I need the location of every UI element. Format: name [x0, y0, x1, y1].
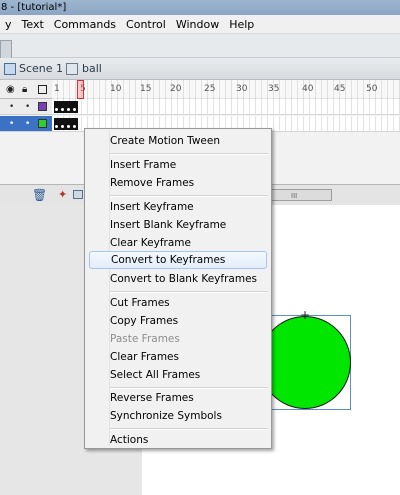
menu-separator [110, 291, 268, 293]
ruler-label: 10 [110, 84, 122, 94]
outline-icon[interactable] [38, 85, 47, 94]
center-frame-icon[interactable]: ✦ [58, 188, 67, 201]
menu-insert-keyframe[interactable]: Insert Keyframe [89, 198, 267, 216]
document-tab-strip [0, 34, 400, 58]
menu-paste-frames: Paste Frames [110, 333, 180, 345]
lock-dot[interactable]: • [25, 119, 30, 129]
frame-ruler[interactable] [52, 80, 400, 99]
visibility-dot[interactable]: • [9, 102, 14, 112]
menu-bar: y Text Commands Control Window Help [0, 15, 400, 34]
registration-point: + [300, 308, 311, 322]
menu-text[interactable]: Text [17, 15, 49, 34]
layer-row[interactable]: • • [0, 99, 400, 115]
ruler-label: 35 [268, 84, 280, 94]
window-title: 8 - [tutorial*] [0, 0, 400, 15]
timeline-scrollbar[interactable]: III [262, 189, 332, 201]
playhead[interactable] [77, 80, 84, 99]
ruler-label: 1 [54, 84, 60, 94]
menu-copy-frames[interactable]: Copy Frames [89, 312, 267, 330]
menu-clear-frames[interactable]: Clear Frames [89, 348, 267, 366]
menu-help[interactable]: Help [224, 15, 259, 34]
scene-icon [4, 63, 16, 75]
ruler-label: 45 [334, 84, 346, 94]
document-tab[interactable] [0, 40, 12, 58]
scene-link[interactable]: Scene 1 [19, 62, 63, 75]
timeline-header: ◉ 🔒︎ 1 5 10 15 20 25 30 35 40 45 50 [0, 80, 400, 99]
lock-icon[interactable]: 🔒︎ [22, 84, 27, 95]
menu-view[interactable]: y [0, 15, 17, 34]
ruler-label: 25 [204, 84, 216, 94]
menu-separator [110, 153, 268, 155]
onion-skin-icon[interactable] [73, 190, 83, 199]
symbol-link[interactable]: ball [82, 62, 102, 75]
ball-symbol[interactable] [259, 316, 351, 409]
menu-insert-blank-keyframe[interactable]: Insert Blank Keyframe [89, 216, 267, 234]
menu-separator [110, 195, 268, 197]
ruler-label: 30 [236, 84, 248, 94]
trash-icon[interactable]: 🗑︎ [32, 188, 47, 202]
symbol-icon [66, 63, 78, 75]
edit-bar: Scene 1 ball [0, 58, 400, 80]
menu-select-all-frames[interactable]: Select All Frames [89, 366, 267, 384]
ruler-label: 40 [302, 84, 314, 94]
menu-create-motion-tween[interactable]: Create Motion Tween [89, 132, 267, 150]
layer-color-swatch[interactable] [38, 119, 47, 128]
layer-frames[interactable] [52, 99, 400, 115]
menu-insert-frame[interactable]: Insert Frame [89, 156, 267, 174]
ruler-label: 20 [170, 84, 182, 94]
lock-dot[interactable]: • [25, 102, 30, 112]
keyframe[interactable] [72, 101, 78, 113]
menu-separator [110, 428, 268, 430]
menu-clear-keyframe[interactable]: Clear Keyframe [89, 234, 267, 252]
keyframe[interactable] [72, 118, 78, 130]
layer-name-cell[interactable]: • • [0, 99, 52, 115]
menu-reverse-frames[interactable]: Reverse Frames [89, 389, 267, 407]
ruler-label: 15 [140, 84, 152, 94]
eye-icon[interactable]: ◉ [6, 84, 15, 95]
menu-commands[interactable]: Commands [49, 15, 121, 34]
menu-synchronize-symbols[interactable]: Synchronize Symbols [89, 407, 267, 425]
menu-remove-frames[interactable]: Remove Frames [89, 174, 267, 192]
menu-cut-frames[interactable]: Cut Frames [89, 294, 267, 312]
menu-convert-to-blank-keyframes[interactable]: Convert to Blank Keyframes [89, 270, 267, 288]
menu-window[interactable]: Window [171, 15, 224, 34]
ruler-label: 50 [366, 84, 378, 94]
layer-name-cell[interactable]: • • [0, 116, 52, 132]
menu-actions[interactable]: Actions [89, 431, 267, 449]
layer-color-swatch[interactable] [38, 102, 47, 111]
visibility-dot[interactable]: • [9, 119, 14, 129]
menu-convert-to-keyframes[interactable]: Convert to Keyframes [89, 251, 267, 269]
menu-control[interactable]: Control [121, 15, 171, 34]
scrollbar-grip[interactable]: III [291, 192, 297, 200]
frame-context-menu: Create Motion Tween Insert Frame Remove … [84, 128, 272, 449]
